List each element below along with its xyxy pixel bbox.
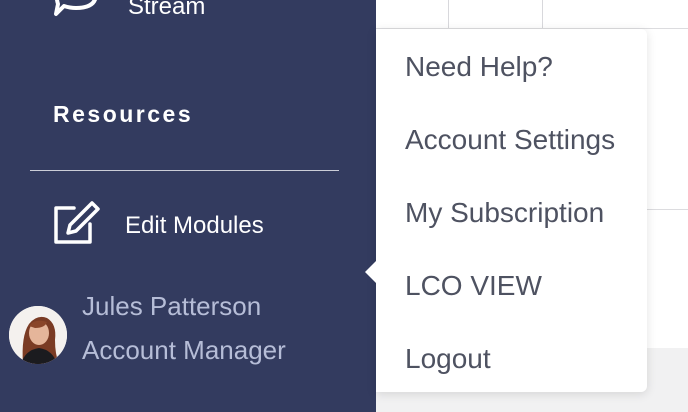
edit-icon [52, 200, 100, 251]
menu-item-lco-view[interactable]: LCO VIEW [405, 270, 542, 302]
sidebar-item-label: Edit Modules [125, 211, 264, 239]
menu-item-logout[interactable]: Logout [405, 343, 491, 375]
menu-item-account-settings[interactable]: Account Settings [405, 124, 615, 156]
grid-divider [448, 0, 449, 28]
grid-divider [542, 0, 543, 28]
menu-item-need-help[interactable]: Need Help? [405, 51, 553, 83]
sidebar-item-label: Stream [128, 0, 206, 20]
section-title-resources: Resources [53, 101, 194, 127]
divider [30, 170, 339, 171]
menu-item-my-subscription[interactable]: My Subscription [405, 197, 604, 229]
sidebar: Stream Resources Edit Modules Jules Patt… [0, 0, 376, 412]
user-role: Account Manager [82, 335, 286, 365]
menu-pointer-arrow [365, 261, 376, 283]
chat-bubble-icon [52, 0, 100, 27]
avatar [9, 306, 67, 364]
sidebar-item-edit-modules[interactable]: Edit Modules [52, 200, 264, 251]
user-profile[interactable]: Jules Patterson Account Manager [9, 284, 286, 372]
account-dropdown-menu: Need Help? Account Settings My Subscript… [365, 29, 647, 392]
user-name: Jules Patterson [82, 291, 262, 321]
sidebar-item-stream[interactable]: Stream [52, 0, 205, 27]
